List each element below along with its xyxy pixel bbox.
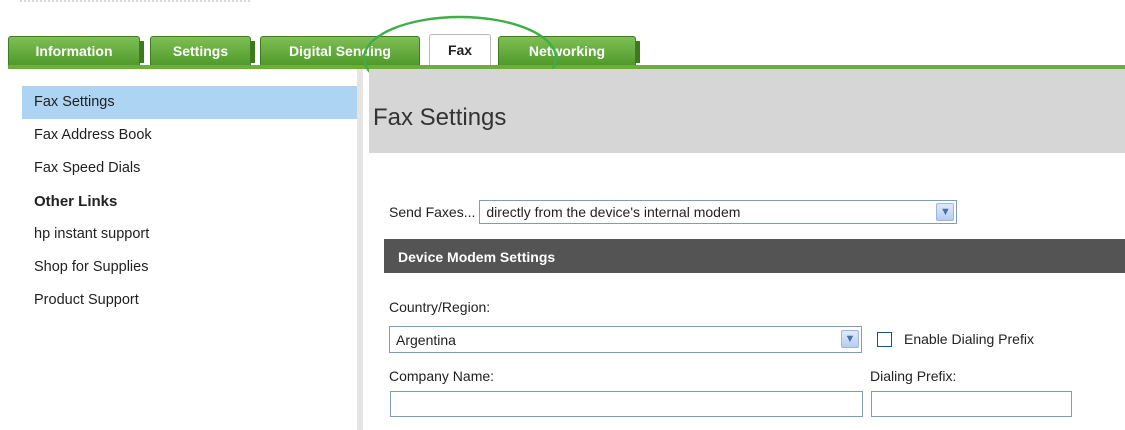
country-region-label: Country/Region: <box>389 299 491 315</box>
country-region-select[interactable]: Argentina ▼ <box>389 326 862 353</box>
tab-networking[interactable]: Networking <box>498 36 640 65</box>
page-title: Fax Settings <box>373 104 507 131</box>
tab-fax[interactable]: Fax <box>429 34 491 65</box>
enable-dialing-prefix-label: Enable Dialing Prefix <box>904 331 1034 347</box>
tab-label: Networking <box>528 43 606 59</box>
link-product-support[interactable]: Product Support <box>22 284 357 317</box>
link-shop-for-supplies[interactable]: Shop for Supplies <box>22 251 357 284</box>
send-faxes-select[interactable]: directly from the device's internal mode… <box>479 200 958 224</box>
sidebar-item-label: Fax Settings <box>34 94 115 110</box>
sidebar-item-fax-address-book[interactable]: Fax Address Book <box>22 119 357 152</box>
tab-bar: Information Settings Digital Sending Fax… <box>0 34 1125 66</box>
tab-separator <box>251 41 255 63</box>
company-name-field[interactable] <box>390 391 863 417</box>
country-region-value: Argentina <box>396 332 456 348</box>
enable-dialing-prefix-checkbox[interactable] <box>877 331 892 347</box>
tab-label: Fax <box>447 42 473 58</box>
tab-label: Information <box>35 43 113 59</box>
link-hp-instant-support[interactable]: hp instant support <box>22 218 357 251</box>
section-header-device-modem-settings: Device Modem Settings <box>384 239 1125 273</box>
link-label: Product Support <box>34 292 139 308</box>
sidebar-item-fax-settings[interactable]: Fax Settings <box>22 86 357 119</box>
tab-settings[interactable]: Settings <box>150 36 255 65</box>
tab-separator <box>636 41 640 63</box>
enable-dialing-prefix-row[interactable]: Enable Dialing Prefix <box>877 331 1034 347</box>
tab-digital-sending[interactable]: Digital Sending <box>260 36 420 65</box>
link-label: hp instant support <box>34 226 150 242</box>
send-faxes-label: Send Faxes... <box>389 204 476 220</box>
chevron-down-icon[interactable]: ▼ <box>936 203 955 221</box>
send-faxes-row: Send Faxes... directly from the device's… <box>389 200 958 224</box>
main-content: Fax Settings Send Faxes... directly from… <box>369 69 1125 430</box>
sidebar-item-label: Fax Address Book <box>34 127 152 143</box>
tab-label: Settings <box>172 43 229 59</box>
dialing-prefix-field[interactable] <box>871 391 1072 417</box>
link-label: Shop for Supplies <box>34 259 149 275</box>
sidebar-item-label: Fax Speed Dials <box>34 160 141 176</box>
tab-separator <box>140 41 144 63</box>
chevron-down-icon[interactable]: ▼ <box>841 330 859 348</box>
header-residue <box>20 0 250 8</box>
dialing-prefix-label: Dialing Prefix: <box>870 368 957 384</box>
send-faxes-value: directly from the device's internal mode… <box>486 204 741 220</box>
company-name-label: Company Name: <box>389 368 495 384</box>
tab-label: Digital Sending <box>289 43 391 59</box>
other-links-heading: Other Links <box>34 193 118 210</box>
sidebar-item-fax-speed-dials[interactable]: Fax Speed Dials <box>22 152 357 185</box>
tab-information[interactable]: Information <box>8 36 144 65</box>
sidebar: Fax Settings Fax Address Book Fax Speed … <box>8 69 363 430</box>
